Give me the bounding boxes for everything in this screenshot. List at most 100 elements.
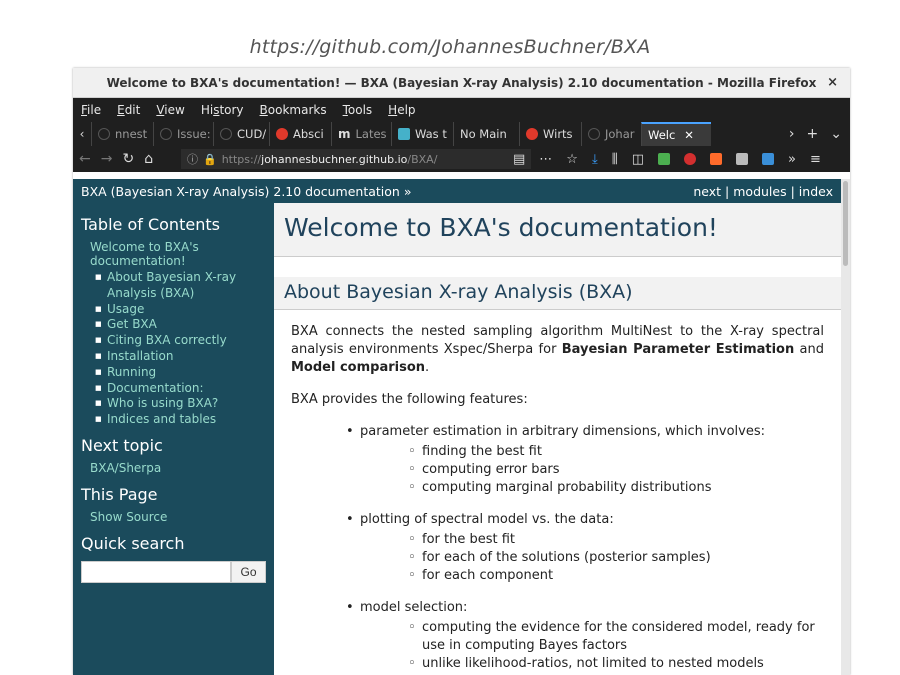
bookmark-star-icon[interactable]: ☆ [566, 152, 578, 167]
m-icon: m [338, 127, 351, 141]
next-topic-heading: Next topic [81, 435, 163, 455]
menu-history[interactable]: History [201, 103, 244, 117]
page-scrollbar[interactable] [841, 179, 850, 675]
tab-8[interactable]: Wirts [519, 122, 581, 146]
info-icon[interactable]: ⓘ [187, 151, 198, 167]
page-content: BXA (Bayesian X-ray Analysis) 2.10 docum… [73, 179, 841, 675]
list-item: for each component [408, 567, 824, 585]
window-title: Welcome to BXA's documentation! — BXA (B… [106, 76, 817, 90]
extension-blue-icon[interactable] [761, 153, 774, 165]
sidebar: Table of Contents Welcome to BXA's docum… [73, 203, 274, 675]
toc-list: About Bayesian X-ray Analysis (BXA) Usag… [81, 270, 266, 428]
feature-list: parameter estimation in arbitrary dimens… [274, 423, 841, 673]
menu-view[interactable]: View [156, 103, 184, 117]
separator: | [725, 183, 730, 199]
toc-item[interactable]: Installation [95, 349, 266, 365]
tab-4[interactable]: Absci [269, 122, 331, 146]
breadcrumb-home-link[interactable]: BXA (Bayesian X-ray Analysis) 2.10 docum… [81, 184, 411, 199]
list-item: parameter estimation in arbitrary dimens… [344, 423, 824, 497]
toc-item[interactable]: Who is using BXA? [95, 396, 266, 412]
extension-orange-icon[interactable] [709, 153, 722, 165]
show-source-link[interactable]: Show Source [81, 510, 266, 524]
separator: | [790, 183, 795, 199]
list-item: model selection: computing the evidence … [344, 599, 824, 673]
this-page-heading: This Page [81, 484, 158, 504]
tab-2[interactable]: Issue: [153, 122, 213, 146]
toolbar-right: ▤ ⋯ ☆ ⤓ ⫼ ◫ » ≡ [513, 146, 821, 172]
sidebar-icon[interactable]: ◫ [632, 152, 644, 167]
navigation-bar: ← → ↻ ⌂ ⓘ 🔒 https://johannesbuchner.gith… [73, 146, 850, 172]
list-item: unlike likelihood-ratios, not limited to… [408, 655, 824, 673]
next-topic-link[interactable]: BXA/Sherpa [81, 461, 266, 475]
toc-item[interactable]: Documentation: [95, 381, 266, 397]
page-actions-icon[interactable]: ⋯ [539, 152, 552, 167]
index-link[interactable]: index [799, 184, 833, 199]
url-bar[interactable]: ⓘ 🔒 https://johannesbuchner.github.io/BX… [181, 149, 531, 169]
page-title: Welcome to BXA's documentation! [274, 203, 841, 257]
chat-icon [398, 128, 410, 140]
ublock-icon[interactable] [683, 153, 696, 165]
opera-icon [276, 128, 288, 140]
toc-heading: Table of Contents [81, 215, 220, 234]
menu-bookmarks[interactable]: Bookmarks [260, 103, 327, 117]
extension-grid-icon[interactable] [735, 153, 748, 165]
tab-6[interactable]: Was t [391, 122, 453, 146]
url-protocol: https:// [221, 152, 262, 166]
library-icon[interactable]: ⫼ [612, 152, 618, 167]
features-lead: BXA provides the following features: [291, 392, 528, 407]
reader-view-icon[interactable]: ▤ [513, 152, 525, 167]
search-input[interactable] [81, 560, 231, 583]
toc-item[interactable]: Citing BXA correctly [95, 333, 266, 349]
menu-tools[interactable]: Tools [343, 103, 373, 117]
overflow-chevron-icon[interactable]: » [788, 152, 796, 167]
toc-welcome-link[interactable]: Welcome to BXA's documentation! [90, 240, 199, 268]
tabs-scroll-left-icon[interactable]: ‹ [73, 127, 91, 141]
menu-help[interactable]: Help [388, 103, 415, 117]
home-icon[interactable]: ⌂ [144, 151, 153, 167]
tab-3[interactable]: CUD/ [213, 122, 269, 146]
page-caption: https://github.com/JohannesBuchner/BXA [249, 36, 651, 58]
window-close-button[interactable]: × [827, 75, 838, 90]
list-item: for the best fit [408, 531, 824, 549]
github-icon [588, 128, 600, 140]
url-path: /BXA/ [407, 152, 438, 166]
forward-icon[interactable]: → [101, 151, 113, 167]
toc-item[interactable]: Get BXA [95, 317, 266, 333]
tab-1[interactable]: nnest [91, 122, 153, 146]
reload-icon[interactable]: ↻ [122, 151, 134, 167]
menu-file[interactable]: File [81, 103, 101, 117]
tab-bar: ‹ nnest Issue: CUD/ Absci m Lates Was t N… [73, 122, 850, 146]
toc-item[interactable]: Indices and tables [95, 412, 266, 428]
toc-item[interactable]: Running [95, 365, 266, 381]
opera-icon [526, 128, 538, 140]
hamburger-menu-icon[interactable]: ≡ [810, 152, 821, 167]
search-go-button[interactable]: Go [231, 560, 266, 583]
tab-controls: › + ⌄ [789, 122, 850, 146]
scrollbar-thumb[interactable] [843, 181, 848, 266]
close-tab-icon[interactable]: ✕ [684, 128, 694, 142]
github-icon [160, 128, 172, 140]
tab-7[interactable]: No Main [453, 122, 519, 146]
tab-5[interactable]: m Lates [331, 122, 391, 146]
next-link[interactable]: next [693, 184, 721, 199]
tabs-scroll-right-icon[interactable]: › [789, 126, 795, 142]
intro-paragraph: BXA connects the nested sampling algorit… [291, 324, 824, 375]
tab-list-icon[interactable]: ⌄ [830, 126, 842, 142]
list-item: computing the evidence for the considere… [408, 619, 824, 655]
menu-edit[interactable]: Edit [117, 103, 140, 117]
modules-link[interactable]: modules [733, 184, 786, 199]
new-tab-button[interactable]: + [807, 126, 819, 142]
lock-icon: 🔒 [203, 152, 217, 166]
toc-item[interactable]: About Bayesian X-ray Analysis (BXA) [95, 270, 266, 302]
section-heading: About Bayesian X-ray Analysis (BXA) [274, 277, 841, 310]
download-icon[interactable]: ⤓ [592, 152, 598, 167]
github-icon [98, 128, 110, 140]
tab-active[interactable]: Welc ✕ [641, 122, 711, 146]
extension-green-icon[interactable] [657, 153, 670, 165]
tab-9[interactable]: Johar [581, 122, 641, 146]
back-icon[interactable]: ← [79, 151, 91, 167]
document-body: Welcome to BXA's documentation! About Ba… [274, 203, 841, 675]
toc-item[interactable]: Usage [95, 302, 266, 318]
list-item: plotting of spectral model vs. the data:… [344, 511, 824, 585]
related-links: next | modules | index [693, 184, 833, 199]
